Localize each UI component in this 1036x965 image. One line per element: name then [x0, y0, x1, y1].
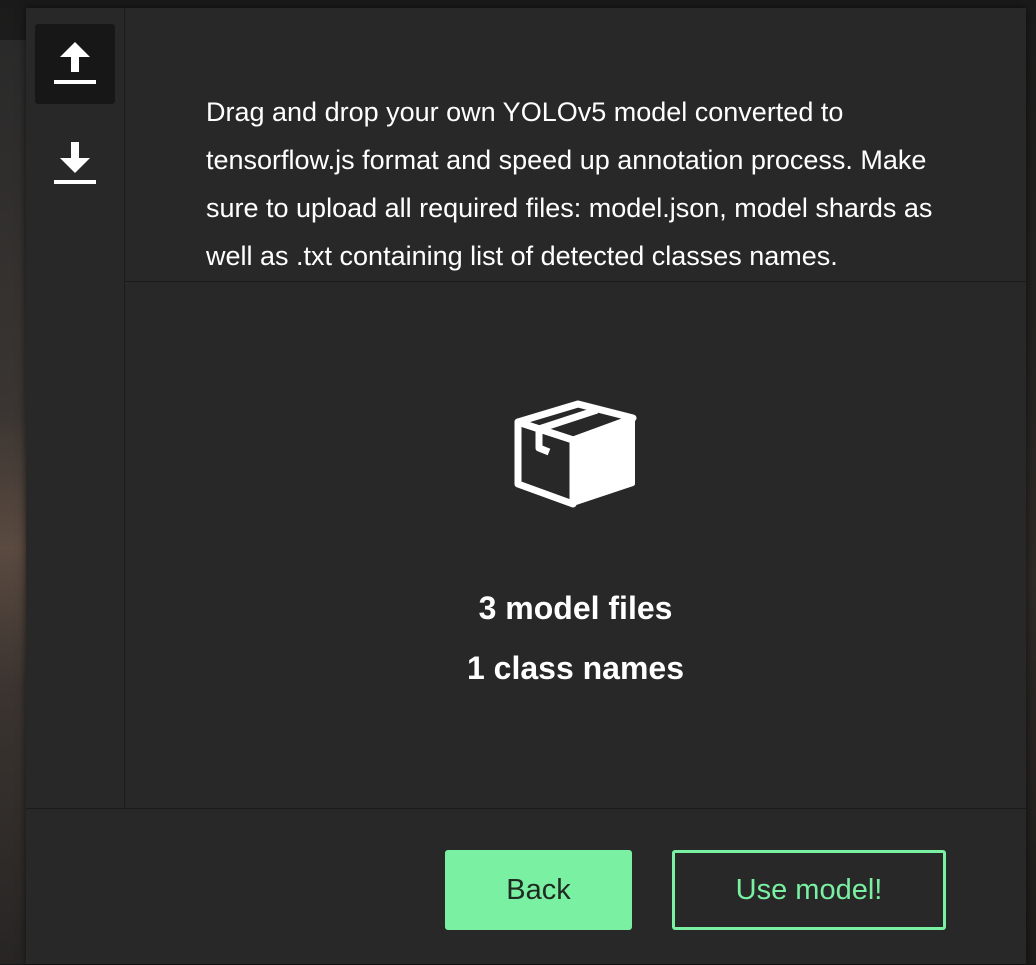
use-model-button[interactable]: Use model!: [672, 850, 946, 930]
popup-content: Drag and drop your own YOLOv5 model conv…: [125, 8, 1026, 808]
sidebar-item-download[interactable]: [35, 124, 115, 204]
box-icon: [514, 400, 637, 508]
description-text: Drag and drop your own YOLOv5 model conv…: [206, 97, 933, 271]
download-icon: [54, 142, 96, 184]
class-names-count: 1 class names: [466, 650, 685, 686]
sidebar-item-upload[interactable]: [35, 24, 115, 104]
upload-icon: [54, 42, 96, 84]
description-area: Drag and drop your own YOLOv5 model conv…: [125, 8, 1026, 282]
load-model-popup: Drag and drop your own YOLOv5 model conv…: [26, 8, 1026, 964]
background-edge: [0, 40, 26, 964]
background-top-strip: [0, 0, 1036, 8]
popup-footer: Back Use model!: [26, 808, 1026, 965]
back-button[interactable]: Back: [445, 850, 632, 930]
model-drop-zone[interactable]: 3 model files 1 class names: [125, 282, 1026, 808]
popup-sidebar: [26, 8, 125, 808]
model-files-count: 3 model files: [478, 590, 673, 626]
